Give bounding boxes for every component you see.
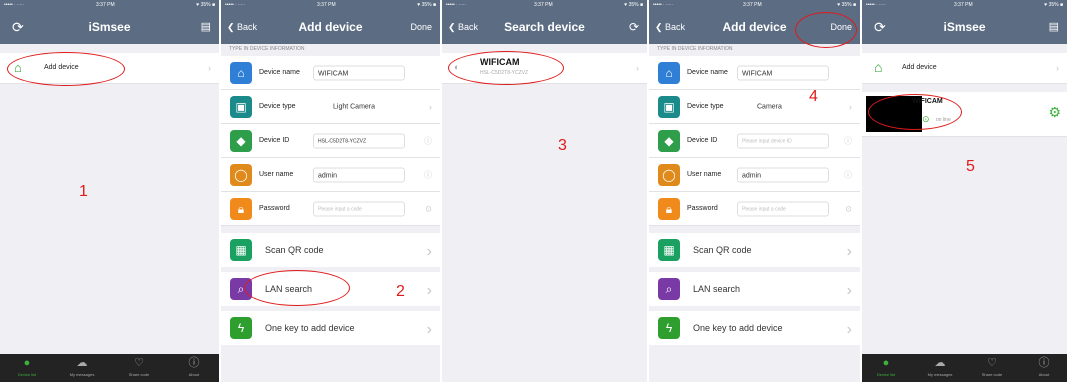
device-id-field[interactable]: HSL-C5D2T8-YCZVZ: [313, 133, 405, 148]
step-number: 4: [809, 88, 818, 105]
home-icon: ⌂: [658, 61, 680, 84]
screen-2: ••••• ∙ ∙∙∙∙∙ 3:37 PM ♥ 35% ■ ❮ Back Add…: [221, 0, 440, 382]
done-button[interactable]: Done: [410, 10, 432, 44]
info-icon: ⓘ: [188, 357, 200, 369]
tab-share-code[interactable]: ♡ Share code: [117, 354, 161, 377]
lock-icon: 🔒︎: [658, 197, 680, 220]
one-key-add-button[interactable]: ϟ One key to add device ›: [649, 311, 860, 345]
settings-icon[interactable]: ⚙: [1048, 104, 1061, 121]
highlight-oval: [868, 94, 962, 130]
tab-device-list[interactable]: ● Device list: [5, 354, 49, 377]
app-title: iSmsee: [88, 20, 131, 34]
password-row: 🔒︎ Password Please input a code ⊙: [221, 192, 440, 226]
one-key-add-button[interactable]: ϟ One key to add device ›: [221, 311, 440, 345]
lightning-icon: ϟ: [230, 317, 252, 339]
tab-bar: ● Device list ☁ My messages ♡ Share code ⓘ A…: [0, 354, 219, 382]
scan-qr-button[interactable]: ▦ Scan QR code ›: [649, 233, 860, 267]
password-row: 🔒︎ Password Please input a code ⊙: [649, 192, 860, 226]
step-number: 1: [79, 183, 88, 200]
home-icon: ⌂: [230, 61, 252, 84]
device-name-row: ⌂ Device name WIFICAM: [221, 56, 440, 90]
device-name-field[interactable]: WIFICAM: [313, 65, 405, 80]
highlight-oval: [7, 52, 125, 86]
add-device-label: Add device: [902, 64, 937, 71]
scan-qr-button[interactable]: ▦ Scan QR code ›: [221, 233, 440, 267]
user-name-field[interactable]: admin: [737, 167, 829, 182]
time-label: 3:37 PM: [96, 2, 115, 8]
add-device-row[interactable]: ⌂ Add device ›: [862, 53, 1067, 84]
step-number: 2: [396, 283, 405, 300]
lan-search-button[interactable]: ⌕ LAN search ›: [649, 272, 860, 306]
user-name-field[interactable]: admin: [313, 167, 405, 182]
refresh-icon[interactable]: ⟳: [629, 10, 639, 44]
device-name-field[interactable]: WIFICAM: [737, 65, 829, 80]
device-type-row: ▣ Device type Light Camera ›: [221, 90, 440, 124]
camera-icon: ▣: [230, 95, 252, 118]
screen-3: ••••• ∙ ∙∙∙∙∙ 3:37 PM ♥ 35% ■ ❮ Back Sea…: [442, 0, 647, 382]
tab-share-code[interactable]: ♡ Share code: [970, 354, 1014, 377]
highlight-oval: [448, 51, 564, 85]
password-field[interactable]: Please input a code: [737, 201, 829, 216]
carrier-label: ••••• ∙ ∙∙∙∙∙: [4, 2, 24, 8]
box-icon: ◆: [230, 129, 252, 152]
device-id-field[interactable]: Please input device ID: [737, 133, 829, 148]
status-bar: ••••• ∙ ∙∙∙∙∙ 3:37 PM ♥ 35% ■: [221, 0, 440, 10]
app-title: iSmsee: [943, 20, 986, 34]
tab-bar: ● Device list ☁ My messages ♡ Share code ⓘ A…: [862, 354, 1067, 382]
qr-icon: ▦: [658, 239, 680, 261]
tab-device-list[interactable]: ● Device list: [864, 354, 908, 377]
section-header: TYPE IN DEVICE INFORMATION: [229, 46, 305, 52]
page-title: Add device: [298, 20, 363, 34]
status-bar: ••••• ∙ ∙∙∙∙∙ 3:37 PM ♥ 35% ■: [649, 0, 860, 10]
camera-icon: ▣: [658, 95, 680, 118]
device-id-row: ◆ Device ID Please input device ID ⓘ: [649, 124, 860, 158]
status-bar: ••••• ∙ ∙∙∙∙∙ 3:37 PM ♥ 35% ■: [442, 0, 647, 10]
password-field[interactable]: Please input a code: [313, 201, 405, 216]
step-number: 5: [966, 158, 975, 175]
nav-bar: ⟳ iSmsee ▤: [862, 10, 1067, 44]
user-icon: ◯: [658, 163, 680, 186]
nav-bar: ⟳ iSmsee ▤: [0, 10, 219, 44]
box-icon: ◆: [658, 129, 680, 152]
menu-icon[interactable]: ▤: [201, 10, 211, 44]
add-home-icon: ⌂: [874, 59, 883, 75]
user-name-row: ◯ User name admin ⓘ: [221, 158, 440, 192]
help-icon[interactable]: ⓘ: [424, 135, 432, 146]
cloud-icon: ☁: [76, 357, 88, 369]
page-title: Search device: [504, 20, 585, 34]
highlight-oval: [244, 270, 350, 306]
lightning-icon: ϟ: [658, 317, 680, 339]
tab-about[interactable]: ⓘ About: [172, 354, 216, 377]
screen-1: ••••• ∙ ∙∙∙∙∙ 3:37 PM ♥ 35% ■ ⟳ iSmsee ▤…: [0, 0, 219, 382]
user-icon: ◯: [230, 163, 252, 186]
status-bar: ••••• ∙ ∙∙∙∙∙ 3:37 PM ♥ 35% ■: [0, 0, 219, 10]
heart-icon: ♡: [134, 357, 144, 369]
menu-icon[interactable]: ▤: [1049, 10, 1059, 44]
camera-icon: ●: [23, 357, 31, 369]
highlight-oval: [795, 12, 857, 48]
search-icon: ⌕: [658, 278, 680, 300]
battery-label: ♥ 35% ■: [196, 2, 215, 8]
screen-4: ••••• ∙ ∙∙∙∙∙ 3:37 PM ♥ 35% ■ ❮ Back Add…: [649, 0, 860, 382]
tab-about[interactable]: ⓘ About: [1022, 354, 1066, 377]
nav-bar: ❮ Back Add device Done: [221, 10, 440, 44]
lock-icon: 🔒︎: [230, 197, 252, 220]
chevron-right-icon: ›: [208, 63, 211, 73]
user-name-row: ◯ User name admin ⓘ: [649, 158, 860, 192]
screen-5: ••••• ∙ ∙∙∙∙∙ 3:37 PM ♥ 35% ■ ⟳ iSmsee ▤…: [862, 0, 1067, 382]
device-type-row: ▣ Device type Camera ›: [649, 90, 860, 124]
nav-bar: ❮ Back Search device ⟳: [442, 10, 647, 44]
device-name-row: ⌂ Device name WIFICAM: [649, 56, 860, 90]
status-bar: ••••• ∙ ∙∙∙∙∙ 3:37 PM ♥ 35% ■: [862, 0, 1067, 10]
device-id-row: ◆ Device ID HSL-C5D2T8-YCZVZ ⓘ: [221, 124, 440, 158]
device-type-select[interactable]: Light Camera: [313, 99, 405, 114]
tab-my-messages[interactable]: ☁ My messages: [60, 354, 104, 377]
qr-icon: ▦: [230, 239, 252, 261]
tab-my-messages[interactable]: ☁ My messages: [918, 354, 962, 377]
step-number: 3: [558, 137, 567, 154]
